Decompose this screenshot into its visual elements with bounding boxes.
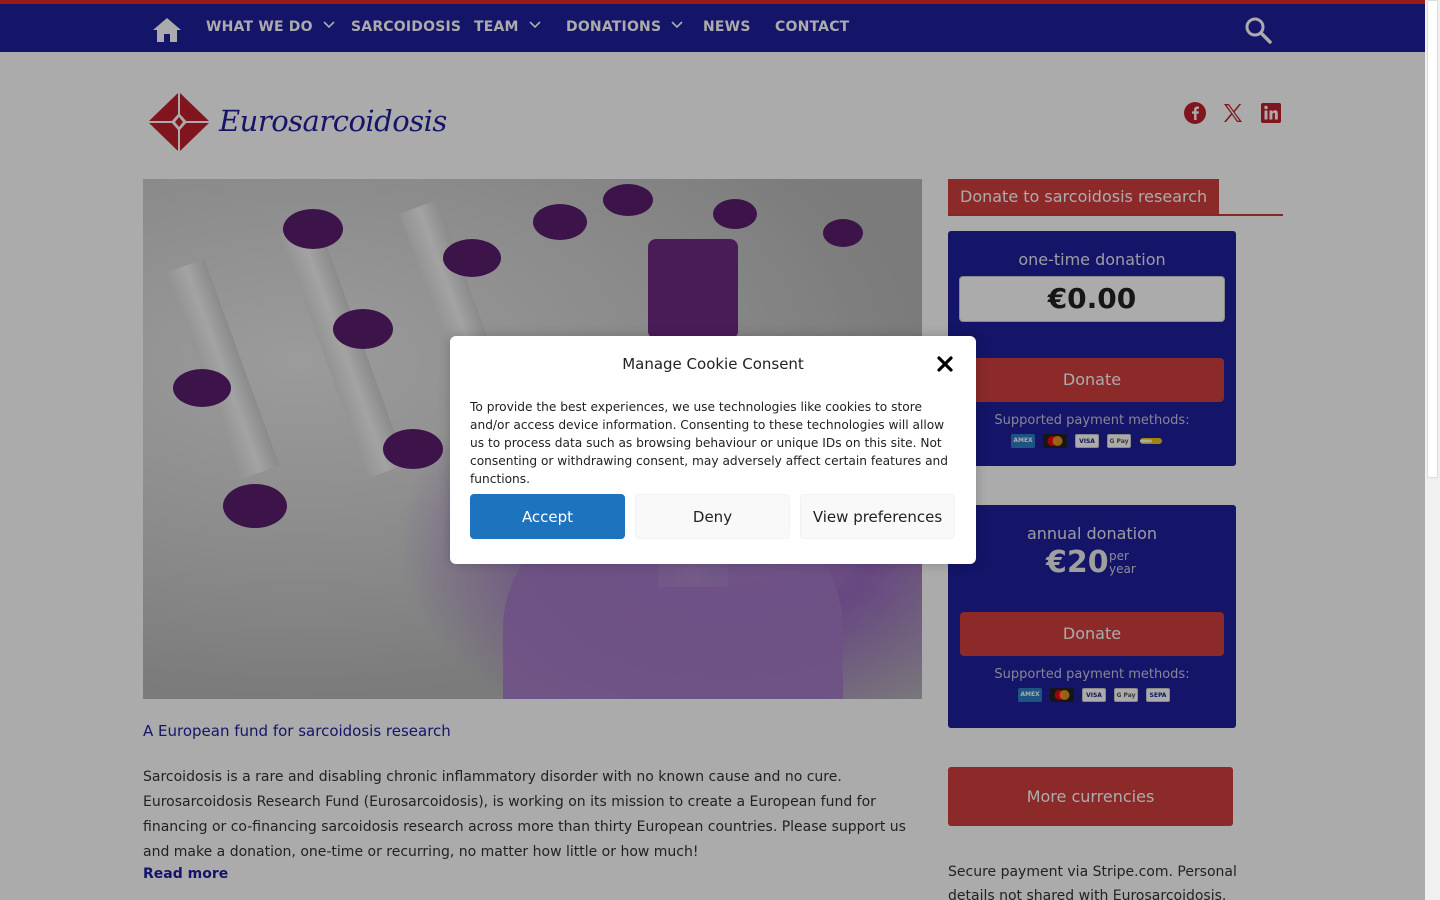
deny-button[interactable]: Deny: [635, 494, 790, 539]
close-icon[interactable]: [936, 355, 954, 373]
cookie-consent-modal: Manage Cookie Consent To provide the bes…: [450, 336, 976, 564]
modal-text: To provide the best experiences, we use …: [470, 400, 949, 486]
view-preferences-button[interactable]: View preferences: [800, 494, 955, 539]
page: WHAT WE DO SARCOIDOSIS TEAM DONATIONS NE…: [0, 0, 1425, 900]
modal-title: Manage Cookie Consent: [622, 355, 804, 373]
accept-button[interactable]: Accept: [470, 494, 625, 539]
scrollbar-thumb[interactable]: [1427, 0, 1438, 478]
